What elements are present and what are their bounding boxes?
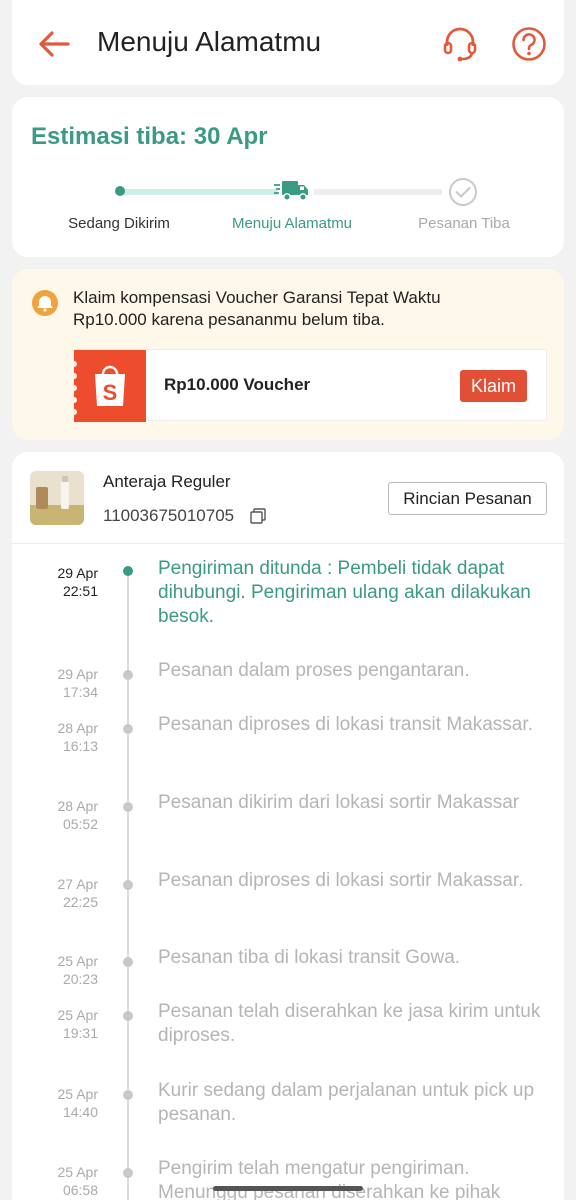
eta-label: Estimasi tiba: 30 Apr bbox=[31, 123, 268, 150]
event-description: Pesanan diproses di lokasi sortir Makass… bbox=[158, 870, 524, 891]
event-date: 25 Apr bbox=[57, 1007, 98, 1023]
timeline-dot-active bbox=[123, 566, 133, 576]
event-datetime: 28 Apr 16:13 bbox=[32, 719, 98, 755]
home-indicator[interactable] bbox=[213, 1186, 363, 1191]
bell-icon bbox=[32, 290, 58, 316]
event-date: 27 Apr bbox=[57, 876, 98, 892]
voucher-amount: Rp10.000 Voucher bbox=[164, 375, 311, 394]
event-description: Pesanan tiba di lokasi transit Gowa. bbox=[158, 947, 461, 968]
event-date: 25 Apr bbox=[57, 1086, 98, 1102]
event-time: 05:52 bbox=[62, 816, 98, 832]
question-circle-icon bbox=[512, 27, 546, 61]
shopee-bag-icon: S bbox=[71, 361, 125, 415]
event-time: 14:40 bbox=[62, 1104, 98, 1120]
headset-icon bbox=[443, 27, 477, 62]
event-datetime: 29 Apr 17:34 bbox=[32, 665, 98, 701]
event-datetime: 27 Apr 22:25 bbox=[32, 875, 98, 911]
event-time: 17:34 bbox=[62, 684, 98, 700]
event-time: 20:23 bbox=[62, 971, 98, 987]
delivery-truck-icon bbox=[274, 181, 308, 201]
event-datetime: 25 Apr 19:31 bbox=[32, 1006, 98, 1042]
event-description: Pesanan dikirim dari lokasi sortir Makas… bbox=[158, 792, 520, 813]
step-on-the-way: Menuju Alamatmu bbox=[231, 215, 353, 232]
product-thumbnail[interactable] bbox=[30, 471, 84, 525]
delivery-estimate-card: Estimasi tiba: 30 Apr Sedang Dikirim Men… bbox=[12, 97, 564, 257]
progress-track-pending bbox=[314, 189, 442, 195]
event-date: 25 Apr bbox=[57, 1164, 98, 1180]
progress-start-dot bbox=[115, 186, 125, 196]
step-shipping: Sedang Dikirim bbox=[68, 215, 170, 232]
event-description: Pesanan telah diserahkan ke jasa kirim u… bbox=[158, 1001, 541, 1046]
timeline-dot bbox=[123, 1168, 133, 1178]
event-date: 29 Apr bbox=[57, 666, 98, 682]
event-datetime: 25 Apr 06:58 bbox=[32, 1163, 98, 1199]
event-datetime: 28 Apr 05:52 bbox=[32, 797, 98, 833]
event-description: Pengiriman ditunda : Pembeli tidak dapat… bbox=[158, 558, 531, 627]
progress-track-done bbox=[120, 189, 278, 195]
order-details-button[interactable]: Rincian Pesanan bbox=[388, 482, 547, 515]
event-date: 29 Apr bbox=[57, 565, 98, 581]
divider bbox=[12, 543, 564, 544]
page-title: Menuju Alamatmu bbox=[97, 26, 322, 57]
voucher-guarantee-card: Klaim kompensasi Voucher Garansi Tepat W… bbox=[12, 269, 564, 440]
shipment-tracking-card: Anteraja Reguler 11003675010705 Rincian … bbox=[12, 452, 564, 1200]
help-button[interactable] bbox=[509, 24, 549, 64]
event-description: Kurir sedang dalam perjalanan untuk pick… bbox=[158, 1080, 535, 1125]
event-datetime: 25 Apr 14:40 bbox=[32, 1085, 98, 1121]
check-circle-icon bbox=[449, 178, 477, 206]
tracking-number: 11003675010705 bbox=[103, 506, 235, 525]
event-date: 25 Apr bbox=[57, 953, 98, 969]
event-datetime: 29 Apr 22:51 bbox=[32, 564, 98, 600]
app-header: Menuju Alamatmu bbox=[12, 0, 564, 85]
voucher-stub: S bbox=[71, 350, 146, 422]
event-time: 06:58 bbox=[62, 1182, 98, 1198]
support-button[interactable] bbox=[440, 24, 480, 64]
timeline-dot bbox=[123, 1090, 133, 1100]
event-description: Pengirim telah mengatur pengiriman. Menu… bbox=[158, 1158, 501, 1200]
back-button[interactable] bbox=[34, 24, 74, 64]
shopee-logo-letter: S bbox=[103, 380, 118, 405]
timeline-dot bbox=[123, 1011, 133, 1021]
event-time: 16:13 bbox=[62, 738, 98, 754]
courier-name: Anteraja Reguler bbox=[103, 472, 231, 491]
timeline-dot bbox=[123, 880, 133, 890]
event-time: 22:51 bbox=[62, 583, 98, 599]
event-datetime: 25 Apr 20:23 bbox=[32, 952, 98, 988]
event-time: 22:25 bbox=[62, 894, 98, 910]
claim-description: Klaim kompensasi Voucher Garansi Tepat W… bbox=[73, 288, 441, 329]
timeline-dot bbox=[123, 724, 133, 734]
timeline-dot bbox=[123, 957, 133, 967]
copy-icon[interactable] bbox=[250, 508, 266, 524]
voucher-item[interactable]: S Rp10.000 Voucher Klaim bbox=[71, 349, 547, 422]
timeline-dot bbox=[123, 670, 133, 680]
event-date: 28 Apr bbox=[57, 798, 98, 814]
event-description: Pesanan diproses di lokasi transit Makas… bbox=[158, 714, 533, 735]
claim-button[interactable]: Klaim bbox=[460, 370, 527, 402]
step-arrived: Pesanan Tiba bbox=[418, 215, 510, 232]
event-date: 28 Apr bbox=[57, 720, 98, 736]
arrow-left-icon bbox=[39, 31, 70, 57]
event-time: 19:31 bbox=[62, 1025, 98, 1041]
timeline-dot bbox=[123, 802, 133, 812]
event-description: Pesanan dalam proses pengantaran. bbox=[158, 660, 470, 681]
